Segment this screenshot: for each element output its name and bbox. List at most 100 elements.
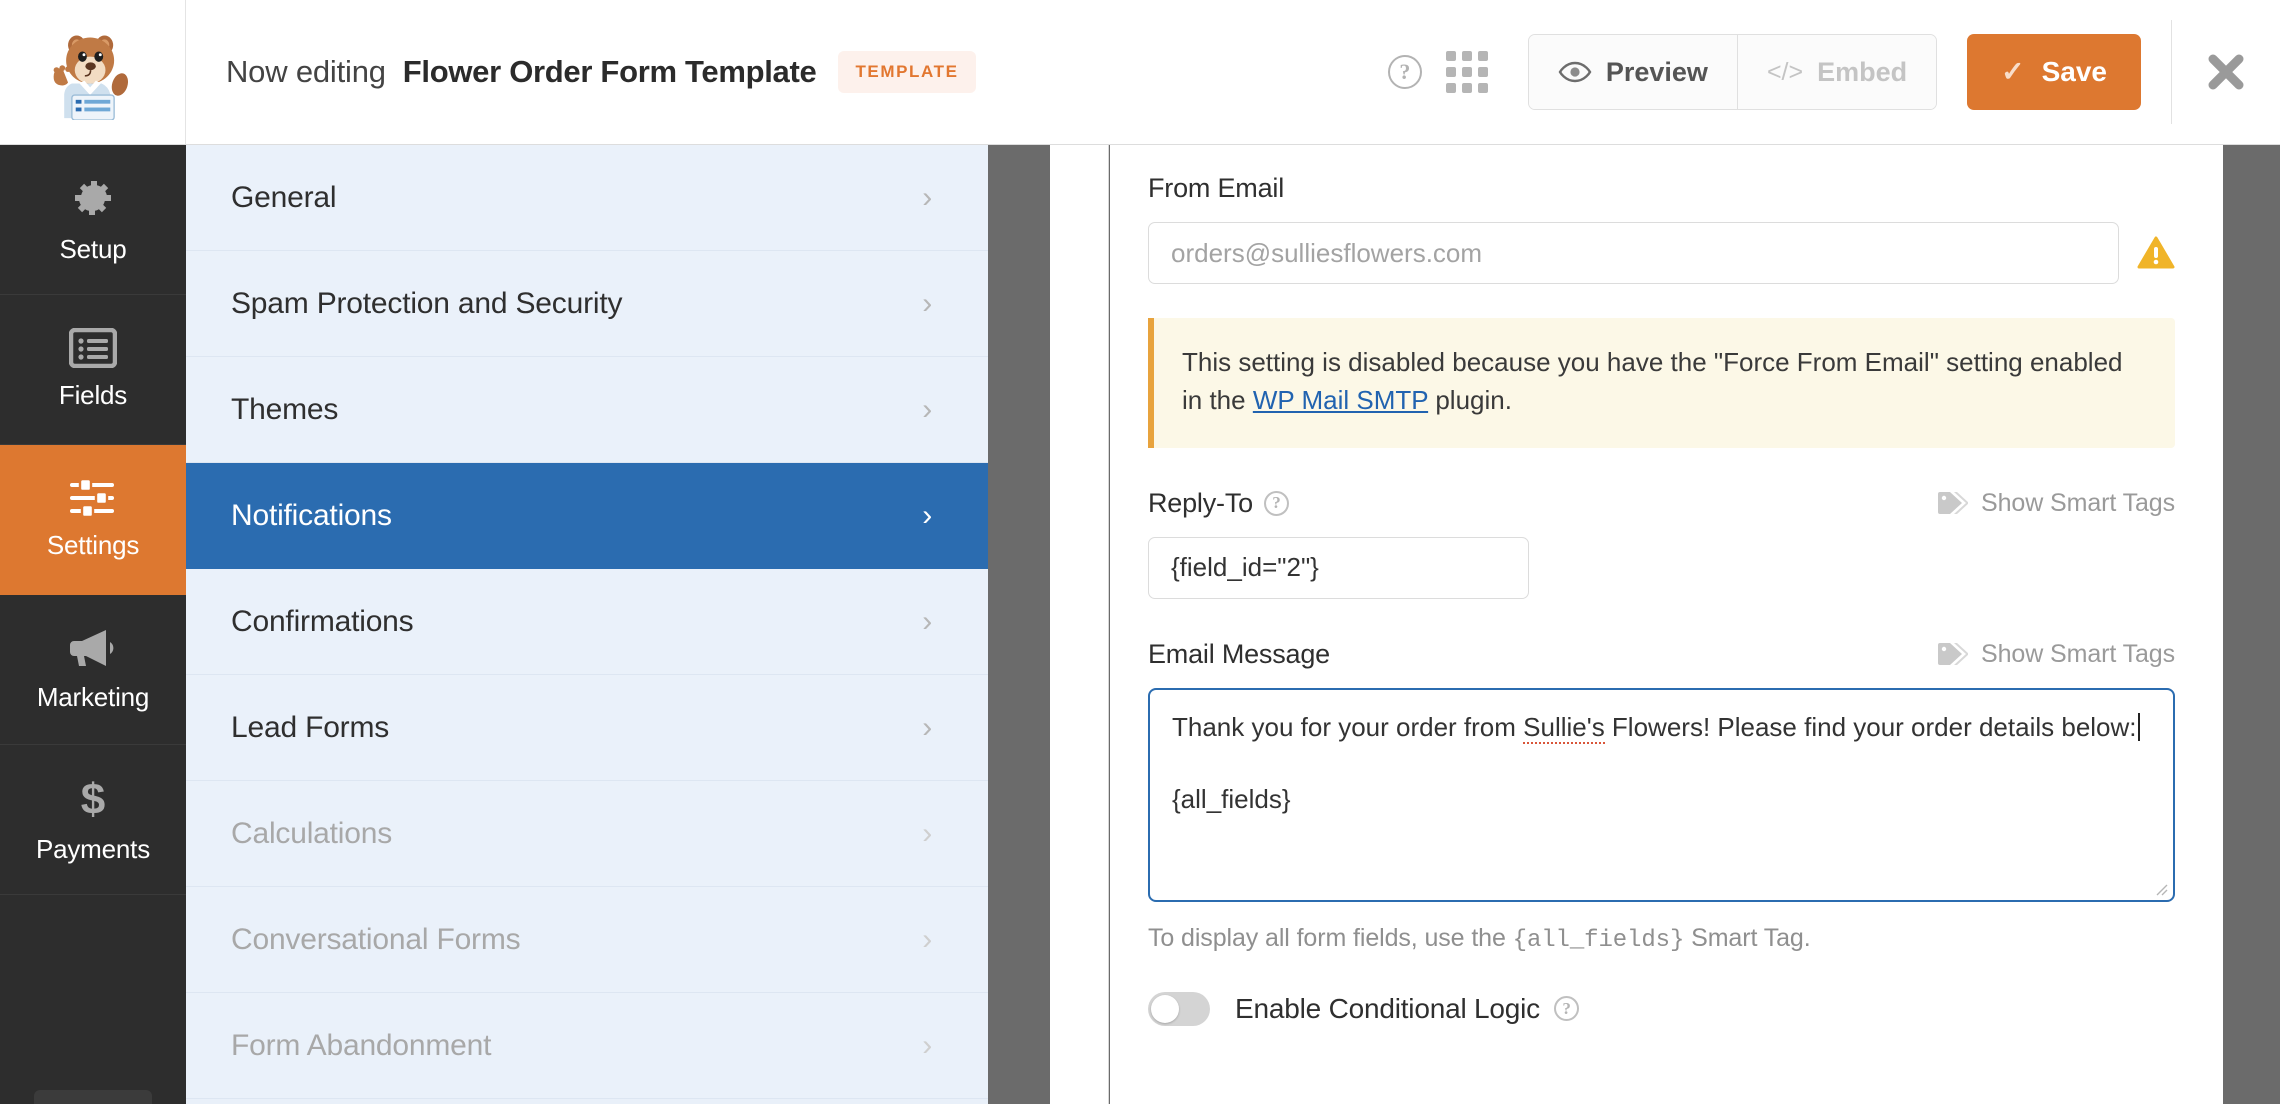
settings-item-lead-forms[interactable]: Lead Forms ›	[186, 675, 988, 781]
settings-list-panel: General › Spam Protection and Security ›…	[186, 145, 988, 1104]
preview-label: Preview	[1605, 56, 1708, 87]
settings-item-label: Conversational Forms	[231, 922, 521, 956]
text-caret	[2137, 712, 2140, 741]
check-icon: ✓	[2001, 56, 2025, 87]
conditional-logic-label-group: Enable Conditional Logic ?	[1235, 993, 1579, 1025]
settings-item-confirmations[interactable]: Confirmations ›	[186, 569, 988, 675]
chevron-right-icon: ›	[922, 710, 932, 744]
from-email-input[interactable]	[1148, 222, 2119, 284]
help-button[interactable]: ?	[1374, 41, 1436, 103]
rail-label-fields: Fields	[58, 380, 128, 410]
preview-embed-group: Preview </> Embed	[1527, 34, 1938, 110]
rail-label-setup: Setup	[59, 234, 127, 264]
embed-button[interactable]: </> Embed	[1736, 35, 1937, 109]
email-message-box: Thank you for your order from Sullie's F…	[1148, 687, 2175, 902]
settings-item-form-abandonment[interactable]: Form Abandonment ›	[186, 993, 988, 1099]
settings-item-label: Form Abandonment	[231, 1028, 492, 1062]
embed-label: Embed	[1817, 56, 1908, 87]
notice-text-after: plugin.	[1428, 384, 1512, 415]
rail-item-payments[interactable]: $ Payments	[0, 745, 186, 895]
rail-item-setup[interactable]: Setup	[0, 145, 186, 295]
help-circle-icon[interactable]: ?	[1553, 996, 1579, 1022]
settings-item-label: Notifications	[231, 498, 392, 532]
rail-label-payments: Payments	[35, 834, 150, 864]
settings-item-general[interactable]: General ›	[186, 145, 988, 251]
save-label: Save	[2041, 56, 2107, 87]
top-bar-actions: ? Preview </> Embed ✓ Save	[1374, 0, 2280, 144]
gear-icon	[75, 181, 111, 215]
hint-after: Smart Tag.	[1684, 923, 1811, 952]
enable-conditional-logic-toggle[interactable]	[1148, 991, 1210, 1026]
preview-button[interactable]: Preview	[1528, 35, 1737, 109]
msg-line2: {all_fields}	[1172, 783, 1291, 814]
msg-line1-a: Thank you for your order from	[1172, 711, 1524, 742]
notification-settings-panel: From Email This setting is disabled beca…	[1110, 145, 2223, 1104]
from-email-label: From Email	[1148, 173, 1285, 203]
chevron-right-icon: ›	[922, 604, 932, 638]
panel-left-margin	[1050, 145, 1109, 1104]
close-x-icon	[2208, 54, 2244, 90]
now-editing-label: Now editing	[226, 54, 386, 89]
code-brackets-icon: </>	[1766, 57, 1804, 86]
force-from-email-notice: This setting is disabled because you hav…	[1148, 318, 2175, 448]
rail-item-settings[interactable]: Settings	[0, 445, 186, 595]
rail-item-marketing[interactable]: Marketing	[0, 595, 186, 745]
email-message-textarea[interactable]: Thank you for your order from Sullie's F…	[1148, 687, 2175, 902]
conditional-logic-label: Enable Conditional Logic	[1235, 992, 1540, 1024]
reply-to-input[interactable]	[1148, 536, 1529, 599]
top-bar: Now editing Flower Order Form Template T…	[0, 0, 2280, 145]
msg-line1-b: Flowers! Please find your order details …	[1604, 711, 2137, 742]
settings-item-label: Themes	[231, 392, 339, 426]
chevron-right-icon: ›	[922, 286, 932, 320]
form-title[interactable]: Flower Order Form Template	[403, 54, 817, 90]
chevron-right-icon: ›	[922, 1028, 932, 1062]
settings-item-label: Calculations	[231, 816, 393, 850]
reply-to-section: Reply-To ? Show Smart Tags	[1148, 488, 2175, 599]
settings-item-conversational-forms[interactable]: Conversational Forms ›	[186, 887, 988, 993]
smart-tags-label: Show Smart Tags	[1981, 639, 2175, 668]
dollar-icon: $	[81, 775, 105, 822]
hint-before: To display all form fields, use the	[1148, 923, 1513, 952]
toggle-knob	[1151, 994, 1179, 1023]
smart-tags-label: Show Smart Tags	[1981, 488, 2175, 517]
chevron-right-icon: ›	[922, 498, 932, 532]
all-fields-hint: To display all form fields, use the {all…	[1148, 924, 2175, 954]
rail-label-settings: Settings	[46, 530, 140, 560]
settings-item-calculations[interactable]: Calculations ›	[186, 781, 988, 887]
apps-menu-button[interactable]	[1436, 41, 1498, 103]
chevron-right-icon: ›	[922, 816, 932, 850]
panel-gutter	[988, 145, 1050, 1104]
msg-misspelled-word: Sullie's	[1523, 711, 1605, 744]
warning-triangle-icon	[2137, 236, 2175, 269]
close-builder-button[interactable]	[2172, 0, 2280, 144]
settings-item-notifications[interactable]: Notifications ›	[186, 463, 988, 569]
email-message-label: Email Message	[1148, 638, 1330, 669]
settings-item-label: General	[231, 180, 337, 214]
builder-nav-rail: Setup Fields Settings Marketing $ Paymen…	[0, 145, 186, 1104]
wpforms-logo	[0, 0, 186, 144]
reply-to-label: Reply-To	[1148, 487, 1253, 518]
wpforms-builder-window: Now editing Flower Order Form Template T…	[0, 0, 2280, 1104]
rail-bottom-stub	[34, 1090, 152, 1104]
reply-to-label-group: Reply-To ?	[1148, 488, 1289, 519]
template-badge: TEMPLATE	[838, 51, 976, 93]
list-icon	[69, 328, 117, 368]
help-circle-icon[interactable]: ?	[1263, 490, 1289, 516]
settings-item-label: Confirmations	[231, 604, 414, 638]
tag-icon	[1938, 492, 1969, 515]
settings-item-themes[interactable]: Themes ›	[186, 357, 988, 463]
reply-to-show-smart-tags[interactable]: Show Smart Tags	[1936, 489, 2175, 518]
tag-icon	[1938, 643, 1969, 666]
save-button[interactable]: ✓ Save	[1967, 34, 2141, 110]
hint-code: {all_fields}	[1512, 926, 1685, 954]
settings-item-label: Spam Protection and Security	[231, 286, 623, 320]
grid-dots-icon	[1445, 51, 1488, 93]
rail-label-marketing: Marketing	[36, 682, 150, 712]
rail-item-fields[interactable]: Fields	[0, 295, 186, 445]
from-email-row	[1148, 222, 2175, 284]
wp-mail-smtp-link[interactable]: WP Mail SMTP	[1253, 385, 1428, 415]
eye-icon	[1558, 61, 1592, 83]
email-message-show-smart-tags[interactable]: Show Smart Tags	[1936, 640, 2175, 669]
settings-item-spam-protection[interactable]: Spam Protection and Security ›	[186, 251, 988, 357]
bear-mascot-icon	[53, 35, 128, 120]
